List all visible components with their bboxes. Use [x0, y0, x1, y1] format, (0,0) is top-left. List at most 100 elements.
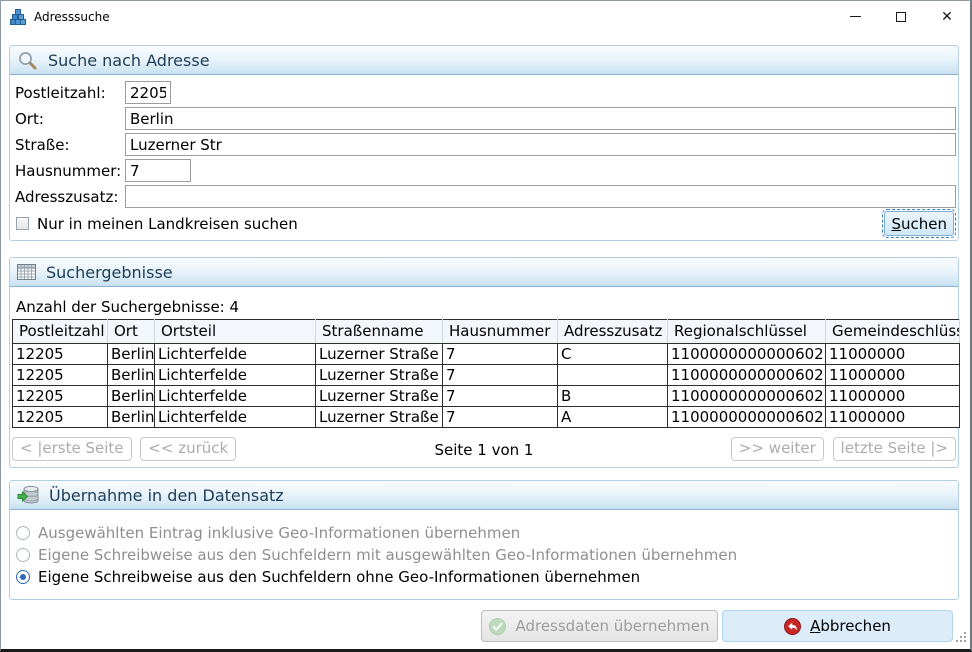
- field-row: Ort:: [15, 107, 956, 130]
- table-cell: Luzerner Straße: [316, 344, 443, 365]
- hausnummer-input[interactable]: [125, 159, 191, 182]
- column-header[interactable]: Adresszusatz: [558, 320, 668, 344]
- table-cell: Lichterfelde: [155, 407, 316, 428]
- table-cell: 11000000: [826, 386, 960, 407]
- field-row: Straße:: [15, 133, 956, 156]
- column-header[interactable]: Gemeindeschlüssel: [826, 320, 960, 344]
- cancel-undo-icon: [784, 618, 801, 635]
- search-form: Postleitzahl: Ort: Straße: Hausnummer: A…: [10, 75, 958, 208]
- transfer-options: Ausgewählten Eintrag inklusive Geo-Infor…: [10, 510, 958, 584]
- adresszusatz-input[interactable]: [125, 185, 956, 208]
- minimize-icon: [850, 16, 861, 17]
- option-label: Eigene Schreibweise aus den Suchfeldern …: [38, 546, 737, 564]
- table-cell: Berlin: [108, 344, 155, 365]
- ort-label: Ort:: [15, 110, 125, 128]
- accept-button-label: Adressdaten übernehmen: [515, 617, 709, 635]
- column-header[interactable]: Postleitzahl: [13, 320, 108, 344]
- abbrechen-button[interactable]: Abbrechen: [722, 610, 953, 642]
- table-cell: Luzerner Straße: [316, 365, 443, 386]
- postleitzahl-input[interactable]: [125, 81, 171, 104]
- table-cell: C: [558, 344, 668, 365]
- results-panel-title: Suchergebnisse: [46, 263, 173, 282]
- pagination: < |erste Seite << zurück Seite 1 von 1 >…: [12, 437, 956, 463]
- option-own-spelling-with-geo[interactable]: Eigene Schreibweise aus den Suchfeldern …: [16, 547, 958, 562]
- strasse-label: Straße:: [15, 136, 125, 154]
- close-button[interactable]: ✕: [924, 1, 970, 32]
- table-cell: 7: [443, 365, 558, 386]
- landkreise-checkbox[interactable]: [16, 217, 29, 230]
- table-cell: 7: [443, 407, 558, 428]
- last-page-button[interactable]: letzte Seite |>: [833, 437, 956, 461]
- table-cell: 12205: [13, 344, 108, 365]
- table-cell: A: [558, 407, 668, 428]
- titlebar: Adresssuche ✕: [1, 1, 970, 32]
- column-header[interactable]: Hausnummer: [443, 320, 558, 344]
- table-cell: Lichterfelde: [155, 344, 316, 365]
- minimize-button[interactable]: [832, 1, 878, 32]
- results-table: PostleitzahlOrtOrtsteilStraßennameHausnu…: [12, 319, 960, 428]
- field-row: Hausnummer:: [15, 159, 956, 182]
- table-cell: Berlin: [108, 407, 155, 428]
- search-panel-header: Suche nach Adresse: [10, 46, 958, 75]
- table-row[interactable]: 12205BerlinLichterfeldeLuzerner Straße71…: [13, 365, 960, 386]
- search-panel-title: Suche nach Adresse: [48, 51, 210, 70]
- results-panel: Suchergebnisse Anzahl der Suchergebnisse…: [9, 257, 959, 468]
- resize-grip[interactable]: [954, 632, 966, 644]
- column-header[interactable]: Straßenname: [316, 320, 443, 344]
- table-cell: B: [558, 386, 668, 407]
- table-cell: [558, 365, 668, 386]
- transfer-panel-header: Übernahme in den Datensatz: [10, 481, 958, 510]
- table-cell: 11000000: [826, 407, 960, 428]
- radio-icon: [16, 548, 30, 562]
- column-header[interactable]: Regionalschlüssel: [668, 320, 826, 344]
- search-actions-row: Nur in meinen Landkreisen suchen Suchen: [16, 210, 954, 237]
- table-cell: Lichterfelde: [155, 365, 316, 386]
- table-cell: Luzerner Straße: [316, 386, 443, 407]
- landkreise-checkbox-label: Nur in meinen Landkreisen suchen: [37, 215, 298, 233]
- option-own-spelling-without-geo[interactable]: Eigene Schreibweise aus den Suchfeldern …: [16, 569, 958, 584]
- adressdaten-uebernehmen-button[interactable]: Adressdaten übernehmen: [481, 610, 718, 642]
- search-icon: [17, 50, 38, 71]
- table-cell: 1100000000000602: [668, 365, 826, 386]
- ort-input[interactable]: [125, 107, 956, 130]
- table-header-row: PostleitzahlOrtOrtsteilStraßennameHausnu…: [13, 320, 960, 344]
- table-cell: 1100000000000602: [668, 344, 826, 365]
- transfer-panel: Übernahme in den Datensatz Ausgewählten …: [9, 480, 959, 600]
- table-cell: 11000000: [826, 344, 960, 365]
- option-entry-with-geo[interactable]: Ausgewählten Eintrag inklusive Geo-Infor…: [16, 525, 958, 540]
- results-panel-header: Suchergebnisse: [10, 258, 958, 287]
- table-cell: Luzerner Straße: [316, 407, 443, 428]
- table-cell: 12205: [13, 365, 108, 386]
- table-cell: 7: [443, 386, 558, 407]
- cancel-button-label: Abbrechen: [810, 617, 891, 635]
- table-row[interactable]: 12205BerlinLichterfeldeLuzerner Straße7C…: [13, 344, 960, 365]
- next-page-button[interactable]: >> weiter: [731, 437, 824, 461]
- table-row[interactable]: 12205BerlinLichterfeldeLuzerner Straße7B…: [13, 386, 960, 407]
- search-panel: Suche nach Adresse Postleitzahl: Ort: St…: [9, 45, 959, 241]
- table-cell: Lichterfelde: [155, 386, 316, 407]
- grip-dots: [964, 632, 966, 634]
- strasse-input[interactable]: [125, 133, 956, 156]
- radio-icon: [16, 526, 30, 540]
- adresszusatz-label: Adresszusatz:: [15, 188, 125, 206]
- maximize-button[interactable]: [878, 1, 924, 32]
- database-import-icon: [17, 485, 39, 505]
- option-label: Ausgewählten Eintrag inklusive Geo-Infor…: [38, 524, 520, 542]
- transfer-panel-title: Übernahme in den Datensatz: [49, 486, 284, 505]
- hausnummer-label: Hausnummer:: [15, 162, 125, 180]
- table-cell: 11000000: [826, 365, 960, 386]
- column-header[interactable]: Ortsteil: [155, 320, 316, 344]
- field-row: Adresszusatz:: [15, 185, 956, 208]
- table-row[interactable]: 12205BerlinLichterfeldeLuzerner Straße7A…: [13, 407, 960, 428]
- column-header[interactable]: Ort: [108, 320, 155, 344]
- table-cell: 12205: [13, 386, 108, 407]
- suchen-button[interactable]: Suchen: [884, 211, 954, 236]
- table-grid-icon: [17, 264, 36, 280]
- table-cell: 7: [443, 344, 558, 365]
- check-circle-icon: [489, 618, 506, 635]
- window-title: Adresssuche: [34, 10, 110, 24]
- window-controls: ✕: [832, 1, 970, 32]
- table-cell: 1100000000000602: [668, 386, 826, 407]
- radio-icon: [16, 570, 30, 584]
- pagination-right: >> weiter letzte Seite |>: [727, 437, 956, 461]
